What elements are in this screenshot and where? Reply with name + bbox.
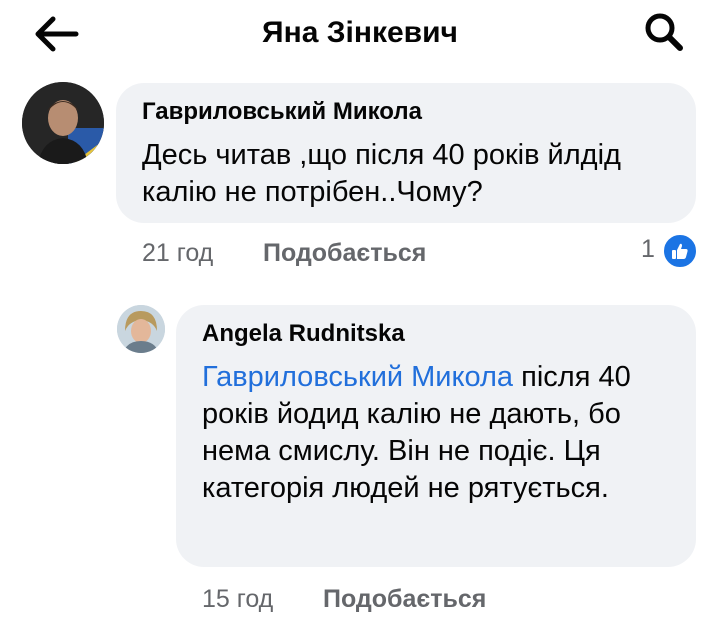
comment-timestamp[interactable]: 21 год — [142, 239, 213, 268]
avatar[interactable] — [22, 82, 104, 164]
like-button[interactable]: Подобається — [263, 239, 426, 268]
profile-photo — [22, 82, 104, 164]
top-bar: Яна Зінкевич — [0, 0, 720, 66]
reaction-count[interactable]: 1 — [641, 235, 655, 264]
search-icon — [645, 13, 683, 51]
comment-author[interactable]: Гавриловський Микола — [142, 98, 422, 126]
profile-photo — [117, 305, 165, 353]
like-button[interactable]: Подобається — [323, 585, 486, 614]
search-button[interactable] — [638, 10, 690, 54]
page-title: Яна Зінкевич — [262, 16, 458, 49]
comment-timestamp[interactable]: 15 год — [202, 585, 273, 614]
like-reaction-badge[interactable] — [662, 233, 698, 269]
comment-author[interactable]: Angela Rudnitska — [202, 320, 405, 348]
thumbs-up-icon — [672, 243, 688, 259]
avatar[interactable] — [117, 305, 165, 353]
comment-text: Гавриловський Микола після 40 років йоди… — [202, 359, 682, 507]
mention-link[interactable]: Гавриловський Микола — [202, 361, 513, 393]
comment-text: Десь читав ,що після 40 років йлдід калі… — [142, 139, 621, 208]
